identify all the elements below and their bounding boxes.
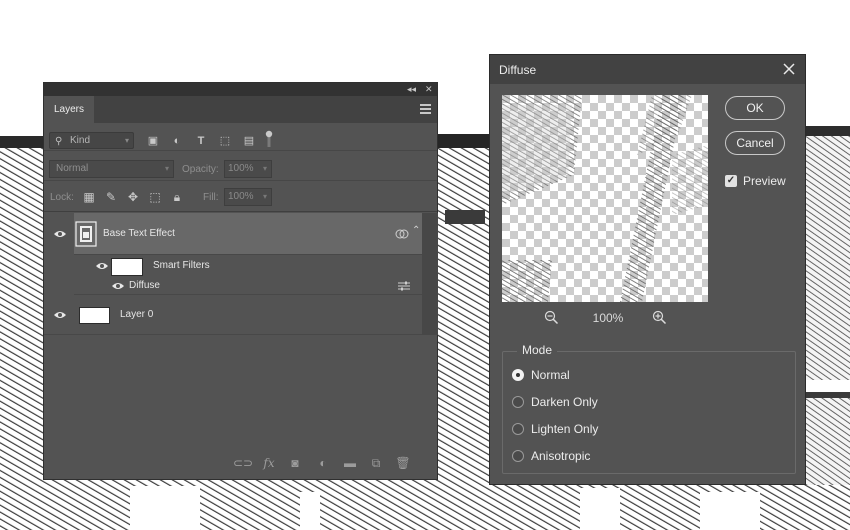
smart-filter-mask-thumbnail[interactable] [111, 258, 143, 276]
cancel-button[interactable]: Cancel [725, 131, 785, 155]
fill-value: 100% [228, 191, 254, 202]
layers-bottom-toolbar: ⊂⊃ fx ◙ ◐ ▬ ⧉ 🗑︎ [44, 447, 437, 479]
zoom-row: 100% [502, 310, 708, 326]
close-panel-icon[interactable]: ✕ [425, 83, 433, 96]
radio-darken-only[interactable] [512, 396, 524, 408]
radio-anisotropic[interactable] [512, 450, 524, 462]
diffuse-dialog: Diffuse 100% OK Cancel ✓ Preview Mode No… [489, 54, 806, 485]
chevron-down-icon: ▾ [124, 136, 129, 145]
fx-icon[interactable]: fx [261, 455, 277, 471]
smart-filters-row[interactable]: Smart Filters [74, 255, 422, 277]
chevron-down-icon: ▾ [164, 164, 169, 173]
lock-label: Lock: [50, 192, 74, 203]
radio-lighten-only[interactable] [512, 423, 524, 435]
visibility-eye-icon[interactable] [53, 310, 67, 320]
dialog-titlebar: Diffuse [490, 55, 805, 84]
opacity-field[interactable]: 100% ▾ [224, 160, 272, 178]
blend-mode-select[interactable]: Normal ▾ [49, 160, 174, 178]
ok-button[interactable]: OK [725, 96, 785, 120]
lock-position-icon[interactable]: ✥ [126, 190, 140, 204]
layer-name[interactable]: Layer 0 [120, 309, 153, 320]
dialog-title: Diffuse [499, 63, 537, 77]
opacity-value: 100% [228, 163, 254, 174]
tab-layers[interactable]: Layers [44, 96, 94, 123]
panel-title-strip: ◂◂ ✕ [44, 83, 437, 96]
chevron-down-icon: ▾ [262, 192, 267, 201]
adjustment-icon[interactable]: ◐ [315, 455, 331, 471]
filter-toggle-icon[interactable] [265, 130, 273, 148]
layers-scrollbar[interactable] [422, 213, 438, 335]
zoom-level: 100% [592, 311, 624, 325]
smart-filters-label: Smart Filters [153, 260, 210, 271]
filter-blending-options-icon[interactable] [398, 281, 410, 291]
image-filter-icon[interactable]: ▣ [146, 134, 160, 148]
chevron-down-icon: ▾ [262, 164, 267, 173]
fill-field[interactable]: 100% ▾ [224, 188, 272, 206]
layer-filter-row: ⚲ Kind ▾ ▣ ◐ T ⬚ ▤ [44, 123, 437, 151]
type-filter-icon[interactable]: T [194, 134, 208, 148]
folder-icon[interactable]: ▬ [342, 455, 358, 471]
layer-row-layer-0[interactable]: Layer 0 [44, 295, 422, 335]
lock-artboard-icon[interactable]: ⬚ [148, 190, 162, 204]
collapse-panel-icon[interactable]: ◂◂ [407, 83, 416, 96]
collapse-effects-icon[interactable]: ⌃ [412, 225, 420, 236]
visibility-eye-icon[interactable] [95, 261, 109, 271]
panel-tabbar: Layers [44, 96, 437, 123]
mode-legend: Mode [517, 343, 558, 357]
visibility-eye-icon[interactable] [53, 229, 67, 239]
visibility-eye-icon[interactable] [111, 281, 125, 291]
lock-paint-icon[interactable]: ✎ [104, 190, 118, 204]
radio-label-anisotropic[interactable]: Anisotropic [531, 449, 590, 463]
radio-normal[interactable] [512, 369, 524, 381]
new-layer-icon[interactable]: ⧉ [368, 455, 384, 471]
mask-icon[interactable]: ◙ [287, 455, 303, 471]
radio-label-darken-only[interactable]: Darken Only [531, 395, 598, 409]
close-icon[interactable] [781, 61, 797, 77]
radio-label-normal[interactable]: Normal [531, 368, 570, 382]
layers-panel: ◂◂ ✕ Layers ⚲ Kind ▾ ▣ ◐ T ⬚ ▤ Normal ▾ … [43, 82, 438, 480]
search-icon: ⚲ [55, 136, 63, 147]
smart-object-thumbnail [75, 221, 97, 247]
lock-transparent-icon[interactable]: ▦ [82, 190, 96, 204]
filter-row-diffuse[interactable]: Diffuse [74, 277, 422, 295]
blend-row: Normal ▾ Opacity: 100% ▾ [44, 153, 437, 181]
link-icon[interactable]: ⊂⊃ [233, 455, 253, 471]
preview-checkbox[interactable]: ✓ [725, 175, 737, 187]
lock-row: Lock: ▦ ✎ ✥ ⬚ 🔒︎ Fill: 100% ▾ [44, 182, 437, 212]
layer-row-base-text-effect[interactable]: Base Text Effect ⌃ [74, 213, 422, 255]
trash-icon[interactable]: 🗑︎ [395, 455, 411, 471]
lock-all-icon[interactable]: 🔒︎ [170, 190, 184, 204]
smart-filter-badge-icon [395, 229, 409, 239]
kind-filter-select[interactable]: ⚲ Kind ▾ [49, 132, 134, 149]
filter-preview[interactable] [502, 95, 708, 302]
smart-object-filter-icon[interactable]: ▤ [242, 134, 256, 148]
fill-label: Fill: [203, 192, 219, 203]
filter-name[interactable]: Diffuse [129, 280, 160, 291]
shape-filter-icon[interactable]: ⬚ [218, 134, 232, 148]
layer-thumbnail[interactable] [79, 307, 110, 324]
kind-filter-label: Kind [70, 135, 91, 146]
opacity-label: Opacity: [182, 164, 219, 175]
zoom-in-icon[interactable] [652, 310, 667, 325]
zoom-out-icon[interactable] [544, 310, 559, 325]
layer-name[interactable]: Base Text Effect [103, 228, 175, 239]
radio-label-lighten-only[interactable]: Lighten Only [531, 422, 598, 436]
blend-mode-value: Normal [56, 163, 89, 174]
mode-group: Mode Normal Darken Only Lighten Only Ani… [502, 343, 796, 474]
layers-list: Base Text Effect ⌃ Smart Filters Diffuse [44, 213, 422, 335]
panel-menu-icon[interactable] [420, 104, 431, 114]
adjustment-filter-icon[interactable]: ◐ [170, 134, 184, 148]
preview-label[interactable]: Preview [743, 174, 786, 188]
